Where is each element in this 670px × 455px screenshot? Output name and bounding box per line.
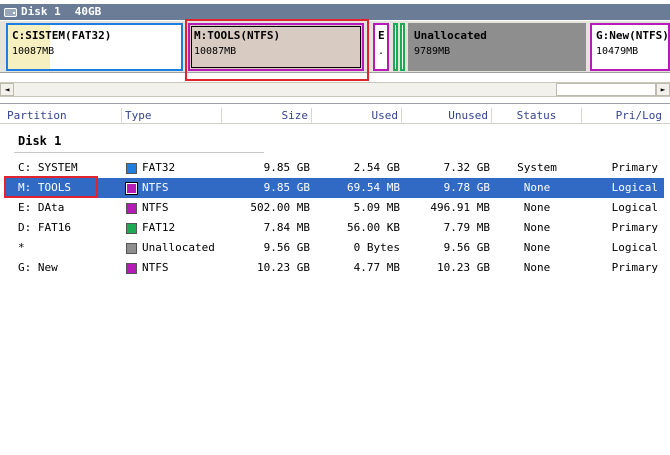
disk-title: Disk 1 bbox=[21, 5, 61, 18]
type-cell: NTFS bbox=[126, 198, 169, 218]
partition-block-d[interactable] bbox=[393, 23, 398, 71]
size-cell: 9.85 GB bbox=[263, 181, 310, 194]
disk-group-label: Disk 1 bbox=[18, 134, 62, 148]
status-cell: System bbox=[517, 161, 557, 174]
partition-block-size: 10087MB bbox=[12, 46, 55, 57]
status-cell: None bbox=[523, 261, 551, 274]
partition-block-label: C:SISTEM(FAT32) bbox=[12, 29, 112, 42]
unused-cell: 496.91 MB bbox=[430, 201, 490, 214]
pri-log-cell: Primary bbox=[611, 221, 658, 234]
disk-capacity: 40GB bbox=[74, 5, 102, 18]
size-cell: 7.84 MB bbox=[263, 221, 310, 234]
status-cell: None bbox=[523, 181, 551, 194]
table-row[interactable]: * Unallocated 9.56 GB 0 Bytes 9.56 GB None Log… bbox=[4, 238, 664, 258]
used-cell: 69.54 MB bbox=[347, 181, 400, 194]
unused-cell: 10.23 GB bbox=[437, 261, 490, 274]
pri-log-cell: Logical bbox=[611, 201, 658, 214]
table-row[interactable]: E: DAta NTFS 502.00 MB 5.09 MB 496.91 MB None… bbox=[4, 198, 664, 218]
column-header-size[interactable]: Size bbox=[222, 108, 312, 124]
scroll-left-arrow-icon[interactable]: ◄ bbox=[0, 83, 14, 96]
partition-block-label: G:New(NTFS) bbox=[596, 29, 669, 42]
filesystem-type-label: FAT32 bbox=[142, 161, 176, 174]
filesystem-color-swatch bbox=[126, 242, 137, 254]
column-header-unused[interactable]: Unused bbox=[402, 108, 492, 124]
pri-log-cell: Logical bbox=[611, 181, 658, 194]
used-cell: 56.00 KB bbox=[347, 221, 400, 234]
scroll-right-arrow-icon[interactable]: ► bbox=[656, 83, 670, 96]
unused-cell: 7.32 GB bbox=[443, 161, 490, 174]
filesystem-color-swatch bbox=[126, 222, 137, 234]
type-cell: Unallocated bbox=[126, 238, 215, 258]
partition-block-c[interactable]: C:SISTEM(FAT32) 10087MB bbox=[6, 23, 183, 71]
type-cell: FAT12 bbox=[126, 218, 175, 238]
partition-cell: C: SYSTEM bbox=[18, 161, 78, 174]
filesystem-color-swatch bbox=[126, 202, 137, 214]
scrollbar-thumb[interactable] bbox=[556, 83, 656, 96]
table-row[interactable]: D: FAT16 FAT12 7.84 MB 56.00 KB 7.79 MB None P… bbox=[4, 218, 664, 238]
hard-disk-icon bbox=[4, 7, 17, 17]
type-cell: FAT32 bbox=[126, 158, 175, 178]
partition-block-size: 9789MB bbox=[414, 46, 451, 57]
size-cell: 9.85 GB bbox=[263, 161, 310, 174]
pri-log-cell: Primary bbox=[611, 161, 658, 174]
partition-manager-window: Disk 1 40GB C:SISTEM(FAT32) 10087MB M:TO… bbox=[0, 0, 670, 455]
partition-cell: * bbox=[18, 241, 25, 254]
status-cell: None bbox=[523, 201, 551, 214]
used-cell: 4.77 MB bbox=[353, 261, 400, 274]
size-cell: 502.00 MB bbox=[250, 201, 310, 214]
filesystem-color-swatch bbox=[126, 162, 137, 174]
highlight-box-partition-m bbox=[185, 19, 369, 81]
column-header-used[interactable]: Used bbox=[312, 108, 402, 124]
column-header-pri-log[interactable]: Pri/Log bbox=[582, 108, 670, 124]
type-cell: NTFS bbox=[125, 178, 169, 198]
partition-cell: G: New bbox=[18, 261, 58, 274]
highlight-box-row-m bbox=[4, 176, 98, 198]
disk-group-divider bbox=[14, 152, 264, 153]
partition-cell: E: DAta bbox=[18, 201, 65, 214]
partition-block-d-extra[interactable] bbox=[400, 23, 405, 71]
table-row[interactable]: G: New NTFS 10.23 GB 4.77 MB 10.23 GB None Pri… bbox=[4, 258, 664, 278]
type-cell: NTFS bbox=[126, 258, 169, 278]
filesystem-type-label: Unallocated bbox=[142, 241, 215, 254]
partition-cell: D: FAT16 bbox=[18, 221, 71, 234]
disk-map-header[interactable]: Disk 1 40GB bbox=[0, 4, 670, 20]
status-cell: None bbox=[523, 241, 551, 254]
size-cell: 9.56 GB bbox=[263, 241, 310, 254]
used-cell: 2.54 GB bbox=[353, 161, 400, 174]
filesystem-color-swatch bbox=[126, 262, 137, 274]
filesystem-type-label: NTFS bbox=[142, 201, 169, 214]
horizontal-scrollbar[interactable]: ◄ ► bbox=[0, 82, 670, 97]
used-cell: 5.09 MB bbox=[353, 201, 400, 214]
used-cell: 0 Bytes bbox=[353, 241, 400, 254]
column-header-status[interactable]: Status bbox=[492, 108, 582, 124]
table-row[interactable]: M: TOOLS NTFS 9.85 GB 69.54 MB 9.78 GB None Lo… bbox=[4, 178, 664, 198]
filesystem-type-label: NTFS bbox=[142, 181, 169, 194]
pri-log-cell: Primary bbox=[611, 261, 658, 274]
filesystem-type-label: NTFS bbox=[142, 261, 169, 274]
unused-cell: 7.79 MB bbox=[443, 221, 490, 234]
size-cell: 10.23 GB bbox=[257, 261, 310, 274]
unused-cell: 9.56 GB bbox=[443, 241, 490, 254]
status-cell: None bbox=[523, 221, 551, 234]
column-header-type[interactable]: Type bbox=[122, 108, 222, 124]
table-row[interactable]: C: SYSTEM FAT32 9.85 GB 2.54 GB 7.32 GB Syste… bbox=[4, 158, 664, 178]
partition-block-label: Unallocated bbox=[414, 29, 487, 42]
partition-block-size: 10479MB bbox=[596, 46, 639, 57]
partition-block-label: E bbox=[378, 29, 385, 42]
filesystem-color-swatch bbox=[125, 181, 138, 195]
unused-cell: 9.78 GB bbox=[443, 181, 490, 194]
partition-block-g[interactable]: G:New(NTFS) 10479MB bbox=[590, 23, 670, 71]
partition-block-size: . bbox=[378, 46, 385, 57]
filesystem-type-label: FAT12 bbox=[142, 221, 176, 234]
column-header: Partition Type Size Used Unused Status P… bbox=[0, 108, 670, 124]
partition-list: Partition Type Size Used Unused Status P… bbox=[0, 103, 670, 455]
pri-log-cell: Logical bbox=[611, 241, 658, 254]
column-header-partition[interactable]: Partition bbox=[4, 108, 122, 124]
partition-block-unallocated[interactable]: Unallocated 9789MB bbox=[408, 23, 586, 71]
partition-block-e[interactable]: E . bbox=[373, 23, 389, 71]
